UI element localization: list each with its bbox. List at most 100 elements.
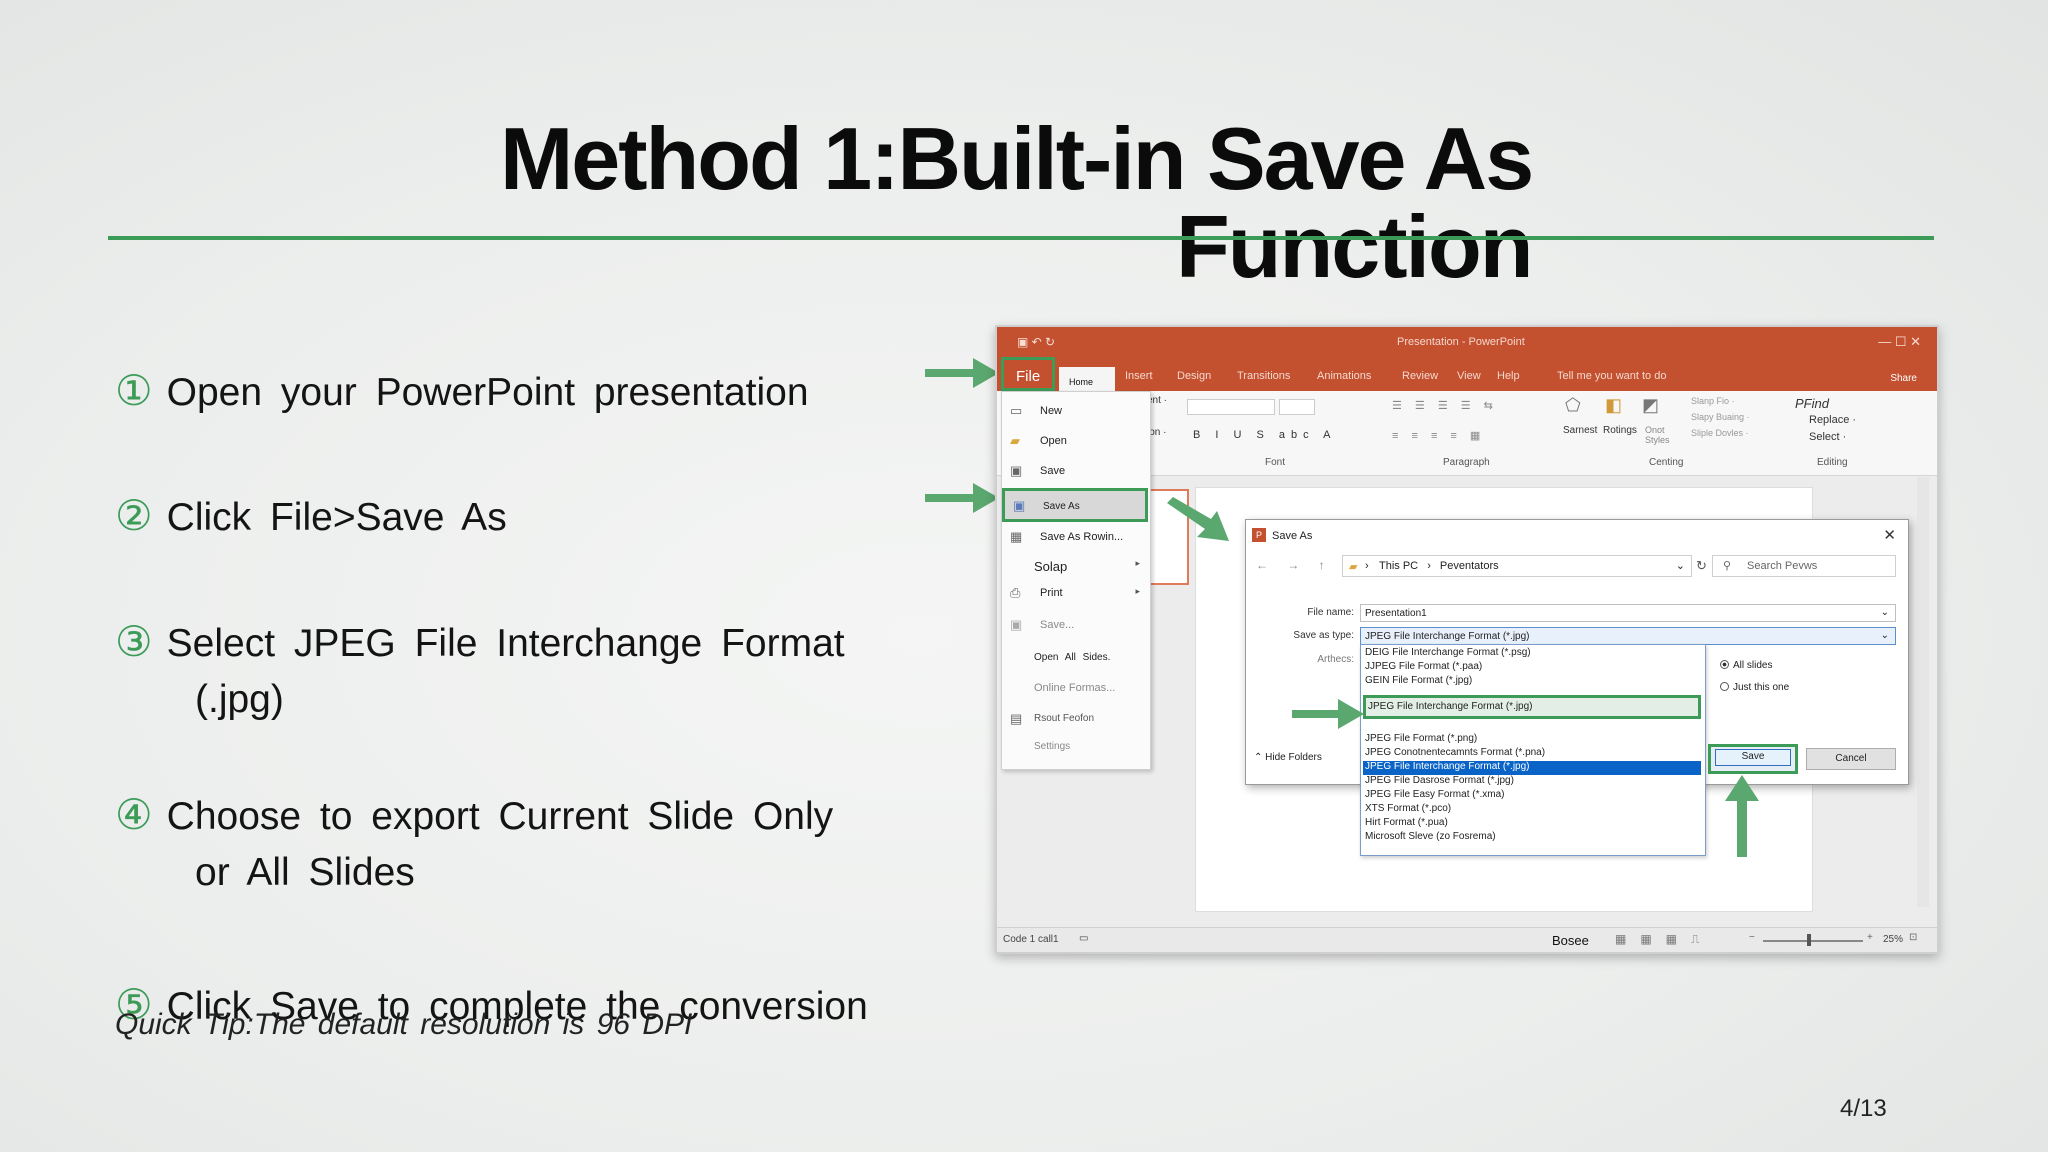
- paragraph-align-buttons[interactable]: ≡ ≡ ≡ ≡ ▦: [1392, 429, 1485, 442]
- menu-item-save-as[interactable]: ▣ Save As: [1002, 488, 1148, 522]
- type-option[interactable]: JPEG Conotnentecamnts Format (*.pna): [1363, 747, 1701, 761]
- type-option[interactable]: JJPEG File Format (*.paa): [1363, 661, 1701, 675]
- authors-label: Arthecs:: [1317, 654, 1354, 665]
- status-bar: Code 1 call1 ▭ Bosee ▦▦▦⎍ − + 25% ⊡: [997, 927, 1937, 952]
- fit-slide-icon[interactable]: ⊡: [1909, 932, 1917, 943]
- style-item[interactable]: Slapy Buaing ·: [1691, 409, 1750, 425]
- save-button[interactable]: Save: [1708, 744, 1798, 774]
- save-as-icon: ▣: [1013, 498, 1026, 513]
- save-as-type-value: JPEG File Interchange Format (*.jpg): [1365, 631, 1530, 642]
- slide-title: Method 1:Built-in Save As: [500, 109, 1534, 208]
- tell-me-search[interactable]: Tell me you want to do: [1557, 370, 1666, 382]
- zoom-slider[interactable]: [1763, 940, 1863, 942]
- tab-help[interactable]: Help: [1497, 370, 1520, 382]
- type-option[interactable]: XTS Format (*.pco): [1363, 803, 1701, 817]
- file-tab[interactable]: File: [1001, 357, 1055, 391]
- drawing-label[interactable]: Sarnest: [1563, 425, 1597, 436]
- arrow-right-icon: [925, 483, 999, 513]
- menu-item-save[interactable]: ▣ Save: [1002, 460, 1150, 484]
- refresh-icon[interactable]: ↻: [1696, 558, 1707, 574]
- drawing-label[interactable]: Rotings: [1603, 425, 1637, 436]
- vertical-scrollbar[interactable]: [1917, 477, 1929, 907]
- search-icon: ⚲: [1723, 560, 1732, 572]
- folder-icon: ▰: [1349, 561, 1358, 573]
- hide-folders-toggle[interactable]: ⌃ Hide Folders: [1254, 752, 1322, 763]
- type-option[interactable]: JPEG File Dasrose Format (*.jpg): [1363, 775, 1701, 789]
- drawing-label[interactable]: Onot Styles: [1645, 425, 1670, 445]
- chevron-down-icon[interactable]: ⌄: [1881, 630, 1889, 641]
- save-type-dropdown: DEIG File Interchange Format (*.psg) JJP…: [1360, 644, 1706, 856]
- shapes-icon[interactable]: ⬠: [1565, 395, 1581, 416]
- file-menu: ▭ New ▰ Open ▣ Save ▣ Save As ▦ Save As Rowin…: [1001, 391, 1151, 770]
- menu-item-save-as-rowin[interactable]: ▦ Save As Rowin...: [1002, 526, 1150, 550]
- menu-item-print[interactable]: ⎙ Print ▸: [1002, 582, 1150, 606]
- tab-design[interactable]: Design: [1177, 370, 1211, 382]
- tab-transitions[interactable]: Transitions: [1237, 370, 1290, 382]
- font-format-buttons[interactable]: B I U S abc A: [1193, 429, 1336, 441]
- radio-all-slides[interactable]: All slides: [1720, 660, 1772, 671]
- zoom-in-icon[interactable]: +: [1867, 932, 1873, 943]
- search-input[interactable]: ⚲ Search Pevws: [1712, 555, 1896, 577]
- zoom-slider-handle[interactable]: [1807, 934, 1811, 946]
- style-item[interactable]: Slanp Fio ·: [1691, 393, 1750, 409]
- radio-just-this-one[interactable]: Just this one: [1720, 682, 1789, 693]
- menu-item-new[interactable]: ▭ New: [1002, 400, 1150, 424]
- type-option[interactable]: Hirt Format (*.pua): [1363, 817, 1701, 831]
- file-name-input[interactable]: Presentation1 ⌄: [1360, 604, 1896, 622]
- dialog-title: Save As: [1272, 530, 1313, 542]
- menu-item-rsout[interactable]: ▤ Rsout Feofon: [1002, 708, 1150, 732]
- tab-animations[interactable]: Animations: [1317, 370, 1371, 382]
- quick-access-save-icon[interactable]: ▣ ↶ ↻: [1017, 335, 1055, 349]
- type-option-selected[interactable]: JPEG File Interchange Format (*.jpg): [1363, 761, 1701, 775]
- title-divider: [108, 236, 1934, 240]
- slide: Method 1:Built-in Save As Function ① Open…: [0, 0, 2048, 1152]
- tab-review[interactable]: Review: [1402, 370, 1438, 382]
- arrange-icon[interactable]: ◧: [1605, 395, 1622, 416]
- zoom-level[interactable]: 25%: [1883, 934, 1903, 945]
- slide-count: Code 1 call1: [1003, 934, 1059, 945]
- tab-view[interactable]: View: [1457, 370, 1481, 382]
- save-as-type-select[interactable]: JPEG File Interchange Format (*.jpg) ⌄: [1360, 627, 1896, 645]
- tab-insert[interactable]: Insert: [1125, 370, 1153, 382]
- menu-item-online-formats[interactable]: Online Formas...: [1002, 677, 1150, 701]
- share-button[interactable]: Share: [1890, 373, 1917, 384]
- select-button[interactable]: Select ·: [1795, 429, 1856, 446]
- paragraph-list-buttons[interactable]: ☰ ☰ ☰ ☰ ⇆: [1392, 399, 1498, 412]
- type-option[interactable]: JPEG File Easy Format (*.xma): [1363, 789, 1701, 803]
- tab-home[interactable]: Home: [1059, 367, 1115, 393]
- step-text: Open your PowerPoint presentation: [166, 371, 809, 414]
- type-option[interactable]: DEIG File Interchange Format (*.psg): [1363, 647, 1701, 661]
- notes-icon[interactable]: ▭: [1079, 933, 1088, 944]
- save-as-type-label: Save as type:: [1293, 630, 1354, 641]
- type-option-jpeg-highlighted[interactable]: JPEG File Interchange Format (*.jpg): [1363, 695, 1701, 719]
- cancel-button[interactable]: Cancel: [1806, 748, 1896, 770]
- breadcrumb-folder[interactable]: Peventators: [1440, 560, 1499, 572]
- group-editing-label: Editing: [1817, 457, 1848, 468]
- replace-button[interactable]: Replace ·: [1795, 412, 1856, 429]
- style-item[interactable]: Sliple Dovles ·: [1691, 425, 1750, 441]
- menu-item-solap[interactable]: Solap ▸: [1002, 554, 1150, 578]
- zoom-out-icon[interactable]: −: [1749, 932, 1755, 943]
- type-option[interactable]: JPEG File Format (*.png): [1363, 733, 1701, 747]
- chevron-right-icon: ▸: [1135, 586, 1140, 596]
- font-name-select[interactable]: [1187, 399, 1275, 415]
- window-controls-icon[interactable]: — ☐ ✕: [1878, 334, 1921, 350]
- chevron-down-icon[interactable]: ⌄: [1881, 607, 1889, 618]
- breadcrumb-this-pc[interactable]: This PC: [1379, 560, 1418, 572]
- chevron-down-icon[interactable]: ⌄: [1676, 559, 1685, 572]
- group-drawing-label: Centing: [1649, 457, 1684, 468]
- save-icon: ▣: [1010, 617, 1023, 632]
- close-icon[interactable]: ✕: [1883, 526, 1896, 544]
- type-option[interactable]: GEIN File Format (*.jpg): [1363, 675, 1701, 689]
- menu-item-open-all[interactable]: Open All Sides.: [1002, 647, 1150, 671]
- font-size-select[interactable]: [1279, 399, 1315, 415]
- view-buttons-icon[interactable]: ▦▦▦⎍: [1615, 932, 1713, 947]
- menu-item-settings[interactable]: Settings: [1002, 736, 1150, 760]
- find-button[interactable]: PFind: [1795, 395, 1856, 412]
- nav-arrows-icon[interactable]: ← → ↑: [1256, 558, 1333, 572]
- address-bar[interactable]: ▰ › This PC › Peventators ⌄: [1342, 555, 1692, 577]
- menu-item-open[interactable]: ▰ Open: [1002, 430, 1150, 454]
- quick-styles-icon[interactable]: ◩: [1642, 395, 1659, 416]
- menu-item-save-alt[interactable]: ▣ Save...: [1002, 614, 1150, 638]
- type-option[interactable]: Microsoft Sleve (zo Fosrema): [1363, 831, 1701, 845]
